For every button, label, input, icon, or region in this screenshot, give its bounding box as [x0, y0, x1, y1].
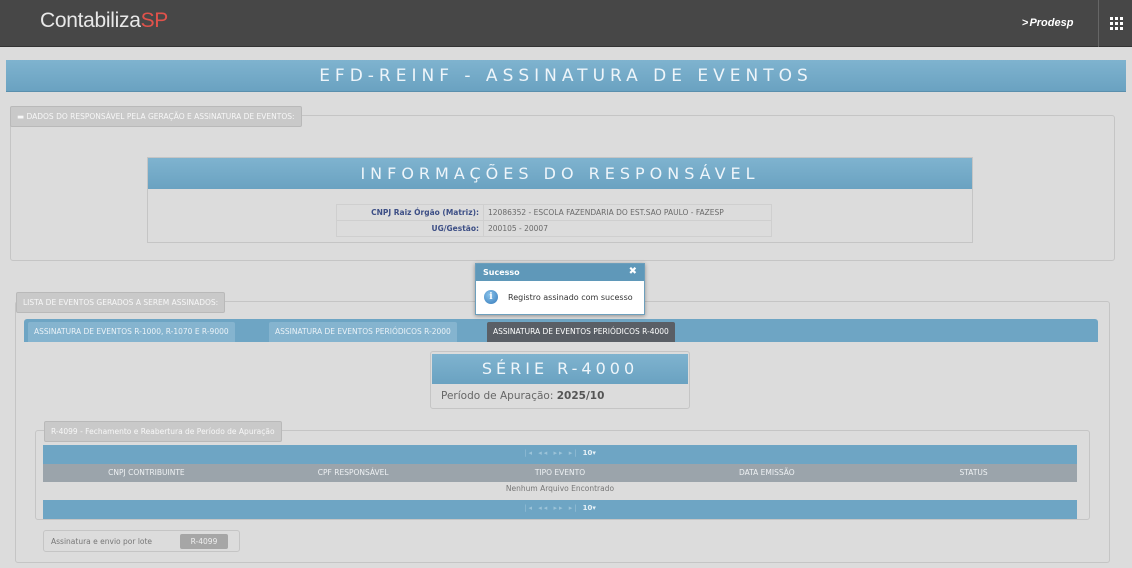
brand-accent: SP [140, 9, 169, 32]
info-responsavel-table: CNPJ Raiz Órgão (Matriz): 12086352 - ESC… [336, 204, 772, 237]
periodo-apuracao: Período de Apuração: 2025/10 [441, 390, 604, 402]
info-responsavel-title: INFORMAÇÕES DO RESPONSÁVEL [360, 164, 760, 183]
grid-pager-top: |◂ ◂◂ ▸▸ ▸| 10▾ [43, 445, 1077, 464]
page-size-value: 10 [582, 449, 593, 457]
grid-pager-bottom: |◂ ◂◂ ▸▸ ▸| 10▾ [43, 500, 1077, 519]
r4099-lote-button[interactable]: R-4099 [180, 534, 228, 549]
periodo-label: Período de Apuração: [441, 390, 554, 402]
col-data-emissao[interactable]: DATA EMISSÃO [663, 464, 870, 482]
serie-header: SÉRIE R-4000 [432, 354, 688, 384]
lote-label: Assinatura e envio por lote [51, 537, 153, 546]
col-cpf-responsavel[interactable]: CPF RESPONSÁVEL [250, 464, 457, 482]
page-size-select[interactable]: 10▾ [583, 449, 596, 457]
cnpj-label: CNPJ Raiz Órgão (Matriz): [336, 204, 484, 221]
prodesp-arrow-icon: > [1022, 17, 1029, 29]
dialog-title: Sucesso [483, 268, 520, 277]
cnpj-value: 12086352 - ESCOLA FAZENDARIA DO EST.SAO … [483, 204, 772, 221]
col-status[interactable]: STATUS [870, 464, 1077, 482]
pager-controls[interactable]: |◂ ◂◂ ▸▸ ▸| 10▾ [43, 449, 1077, 457]
info-icon: i [484, 290, 498, 304]
table-row: CNPJ Raiz Órgão (Matriz): 12086352 - ESC… [336, 204, 772, 221]
tab-r4000[interactable]: ASSINATURA DE EVENTOS PERIÓDICOS R-4000 [487, 322, 675, 342]
success-dialog: Sucesso ✖ i Registro assinado com sucess… [475, 263, 645, 315]
grid-header: CNPJ CONTRIBUINTE CPF RESPONSÁVEL TIPO E… [43, 464, 1077, 482]
col-cnpj-contribuinte[interactable]: CNPJ CONTRIBUINTE [43, 464, 250, 482]
prodesp-label: Prodesp [1029, 17, 1074, 29]
r4099-legend: R-4099 - Fechamento e Reabertura de Perí… [44, 421, 282, 442]
ug-gestao-label: UG/Gestão: [336, 220, 484, 237]
tab-r1000[interactable]: ASSINATURA DE EVENTOS R-1000, R-1070 E R… [28, 322, 235, 342]
brand-main: Contabiliza [40, 9, 141, 32]
pager-controls-bottom[interactable]: |◂ ◂◂ ▸▸ ▸| 10▾ [43, 504, 1077, 512]
tab-r2000[interactable]: ASSINATURA DE EVENTOS PERIÓDICOS R-2000 [269, 322, 457, 342]
app-logo[interactable]: ContabilizaSP [40, 9, 168, 33]
close-icon[interactable]: ✖ [629, 266, 637, 277]
responsavel-legend-label: DADOS DO RESPONSÁVEL PELA GERAÇÃO E ASSI… [26, 112, 295, 121]
page-size-select-bottom[interactable]: 10▾ [583, 504, 596, 512]
responsavel-legend[interactable]: ▬ DADOS DO RESPONSÁVEL PELA GERAÇÃO E AS… [10, 106, 302, 127]
ug-gestao-value: 200105 - 20007 [483, 220, 772, 237]
apps-menu-button[interactable] [1098, 0, 1132, 47]
page-title: EFD-REINF - ASSINATURA DE EVENTOS [319, 66, 813, 86]
grid-empty-message: Nenhum Arquivo Encontrado [505, 484, 615, 493]
col-tipo-evento[interactable]: TIPO EVENTO [457, 464, 664, 482]
page-title-bar: EFD-REINF - ASSINATURA DE EVENTOS [6, 60, 1126, 92]
serie-title: SÉRIE R-4000 [481, 359, 639, 378]
prodesp-logo[interactable]: >Prodesp [1022, 17, 1073, 29]
pager-nav-bottom[interactable]: |◂ ◂◂ ▸▸ ▸| [524, 504, 578, 512]
page-size-value-bottom: 10 [582, 504, 593, 512]
periodo-value: 2025/10 [556, 390, 605, 402]
dialog-header: Sucesso ✖ [476, 264, 644, 281]
info-responsavel-header: INFORMAÇÕES DO RESPONSÁVEL [148, 158, 972, 189]
grid-apps-icon [1110, 17, 1123, 30]
top-navbar: ContabilizaSP >Prodesp [0, 0, 1132, 47]
pager-nav[interactable]: |◂ ◂◂ ▸▸ ▸| [524, 449, 578, 457]
table-row: UG/Gestão: 200105 - 20007 [336, 220, 772, 237]
dialog-message: Registro assinado com sucesso [508, 293, 633, 302]
eventos-legend: LISTA DE EVENTOS GERADOS A SEREM ASSINAD… [16, 292, 226, 313]
